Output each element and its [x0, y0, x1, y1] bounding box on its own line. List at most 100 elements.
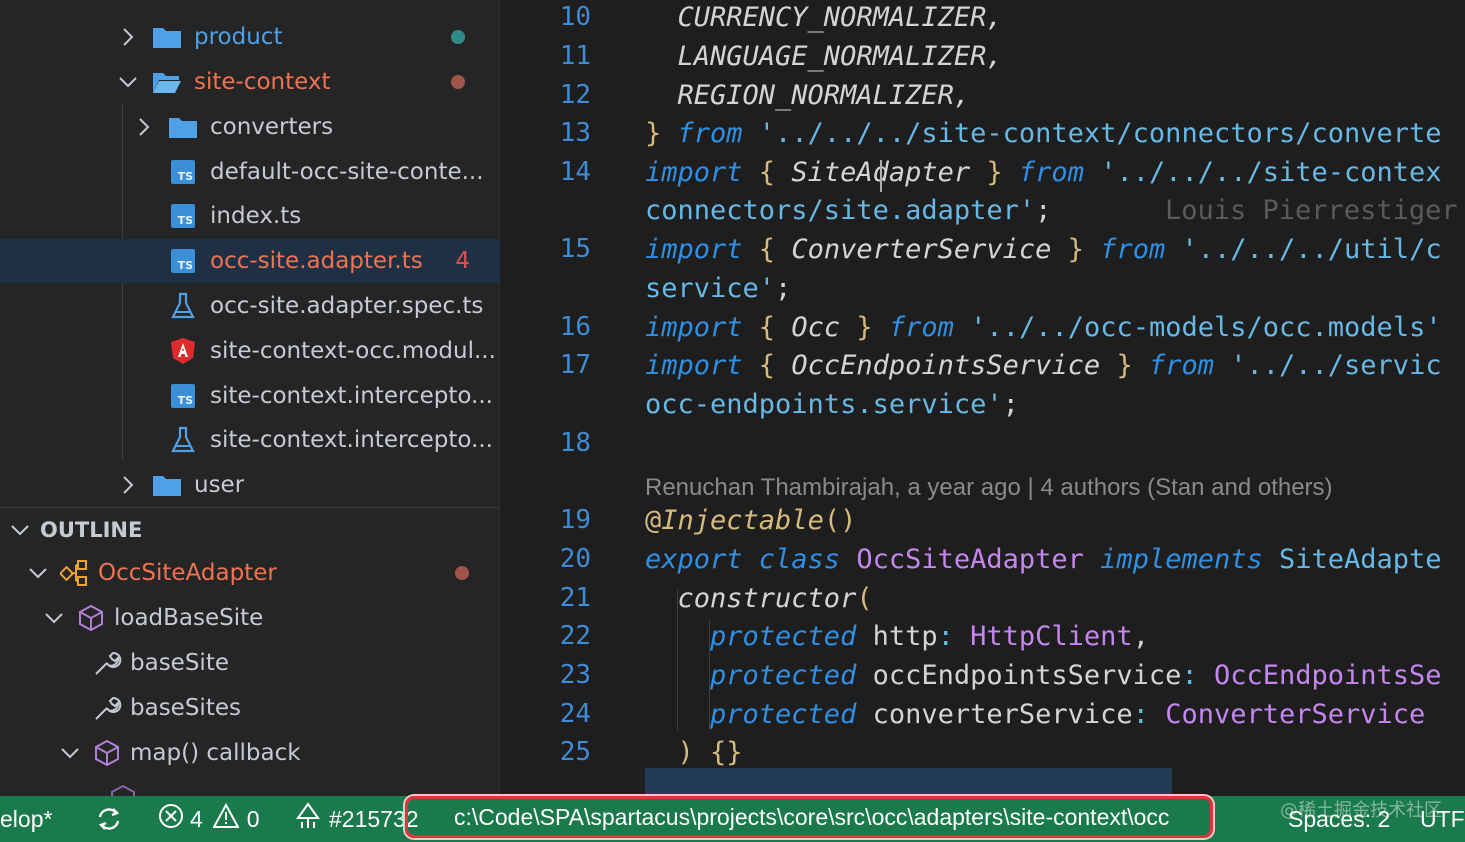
- text-cursor: [880, 160, 882, 192]
- chevron-down-icon[interactable]: [60, 743, 80, 763]
- folder-icon: [168, 112, 198, 142]
- typescript-file-icon: TS: [168, 201, 198, 231]
- chevron-right-icon[interactable]: [118, 27, 138, 47]
- code-token: from: [677, 118, 743, 149]
- code-token: import: [645, 234, 743, 265]
- tree-item-converters[interactable]: converters: [0, 105, 500, 149]
- typescript-file-icon: TS: [168, 157, 198, 187]
- code-token: (: [856, 583, 873, 614]
- tree-item-file[interactable]: site-context-occ.modul...: [0, 329, 500, 373]
- code-token: protected: [645, 660, 857, 691]
- code-line: connectors/site.adapter';: [645, 195, 1051, 226]
- code-token: ConverterService: [791, 234, 1052, 265]
- watermark: @稀土掘金技术社区: [1280, 800, 1442, 821]
- code-line: service';: [645, 273, 791, 304]
- code-token: {: [742, 312, 792, 343]
- code-token: {: [742, 234, 792, 265]
- chevron-down-icon[interactable]: [118, 72, 138, 92]
- tree-item-file[interactable]: site-context.intercepto...: [0, 418, 500, 462]
- code-line: protected occEndpointsService: OccEndpoi…: [645, 660, 1442, 691]
- chevron-down-icon[interactable]: [8, 520, 32, 540]
- sync-icon[interactable]: [94, 796, 124, 842]
- line-number: 17: [559, 350, 591, 380]
- outline-item-class[interactable]: OccSiteAdapter: [0, 551, 500, 595]
- code-token: from: [1100, 234, 1166, 265]
- tree-item-label: site-context.intercepto...: [210, 383, 493, 409]
- outline-item-label: OccSiteAdapter: [98, 560, 277, 586]
- tree-item-file[interactable]: occ-site.adapter.spec.ts: [0, 284, 500, 328]
- code-token: import: [645, 157, 743, 188]
- outline-section-header[interactable]: OUTLINE: [0, 507, 500, 551]
- method-cube-icon: [92, 738, 122, 768]
- tree-item-label: occ-site.adapter.ts: [210, 248, 423, 274]
- git-branch[interactable]: elop*: [0, 796, 52, 842]
- pull-request-indicator[interactable]: #215732: [295, 796, 419, 842]
- tree-item-file[interactable]: TS site-context.intercepto...: [0, 374, 500, 418]
- git-blame-annotation: Louis Pierrestiger: [1165, 195, 1458, 226]
- code-token: occEndpointsService: [856, 660, 1182, 691]
- codelens-authors[interactable]: Renuchan Thambirajah, a year ago | 4 aut…: [645, 474, 1333, 502]
- code-line: ) {}: [645, 737, 743, 768]
- flask-test-icon: [168, 425, 198, 455]
- code-line: REGION_NORMALIZER,: [645, 80, 971, 111]
- code-token: ;: [1002, 389, 1019, 420]
- code-token: import: [645, 312, 743, 343]
- code-token: :: [937, 621, 954, 652]
- outline-item-method[interactable]: loadBaseSite: [0, 596, 500, 640]
- outline-title: OUTLINE: [40, 517, 143, 542]
- code-token: OccSiteAdapter: [840, 544, 1084, 575]
- code-line: import { ConverterService } from '../../…: [645, 234, 1442, 265]
- error-count: 4: [190, 805, 203, 832]
- code-token: }: [970, 157, 1019, 188]
- git-status-dot: [455, 566, 469, 580]
- tree-item-file[interactable]: TS index.ts: [0, 194, 500, 238]
- class-symbol-icon: [60, 558, 90, 588]
- code-line: LANGUAGE_NORMALIZER,: [645, 41, 1003, 72]
- tree-item-site-context[interactable]: site-context: [0, 60, 500, 104]
- code-token: http: [856, 621, 938, 652]
- chevron-down-icon[interactable]: [28, 563, 48, 583]
- outline-item-label: loadBaseSite: [114, 605, 264, 631]
- line-number: 22: [559, 621, 591, 651]
- tree-item-file[interactable]: TS default-occ-site-conte...: [0, 150, 500, 194]
- line-number: 21: [559, 583, 591, 613]
- code-token: {: [742, 157, 792, 188]
- tree-item-user[interactable]: user: [0, 463, 500, 507]
- file-path-highlight[interactable]: c:\Code\SPA\spartacus\projects\core\src\…: [405, 796, 1213, 838]
- code-token: '../../../site-contex: [1083, 157, 1442, 188]
- code-token: protected: [645, 699, 857, 730]
- flask-test-icon: [168, 291, 198, 321]
- outline-item-label: baseSites: [130, 695, 241, 721]
- outline-item-method[interactable]: map() callback: [0, 731, 500, 775]
- chevron-right-icon[interactable]: [118, 475, 138, 495]
- code-token: (): [823, 505, 857, 536]
- problem-count-badge: 4: [455, 248, 470, 274]
- line-number: 13: [559, 118, 591, 148]
- code-line: protected http: HttpClient,: [645, 621, 1149, 652]
- tree-item-product[interactable]: product: [0, 15, 500, 59]
- tree-item-label: site-context: [194, 69, 331, 95]
- outline-item-property[interactable]: baseSite: [0, 641, 500, 685]
- chevron-down-icon[interactable]: [44, 608, 64, 628]
- code-token: HttpClient: [953, 621, 1133, 652]
- problems-indicator[interactable]: 4 0: [158, 796, 260, 842]
- outline-item-property[interactable]: baseSites: [0, 686, 500, 730]
- line-number: 10: [559, 2, 591, 32]
- code-token: {: [742, 350, 792, 381]
- code-token: connectors/site.adapter': [645, 195, 1036, 226]
- outline-item-partial[interactable]: [0, 776, 500, 796]
- line-number: 23: [559, 660, 591, 690]
- code-line: import { SiteAdapter } from '../../../si…: [645, 157, 1442, 188]
- tree-item-file-selected[interactable]: TS occ-site.adapter.ts 4: [0, 239, 500, 283]
- code-token: constructor: [645, 583, 857, 614]
- code-token: import: [645, 350, 743, 381]
- code-editor[interactable]: 10 11 12 13 14 15 16 17 18 19 20 21 22 2…: [501, 0, 1465, 796]
- code-line: CURRENCY_NORMALIZER,: [645, 2, 1003, 33]
- code-line: occ-endpoints.service';: [645, 389, 1019, 420]
- chevron-right-icon[interactable]: [134, 117, 154, 137]
- tree-item-label: user: [194, 472, 245, 498]
- code-token: OccEndpointsService: [791, 350, 1101, 381]
- folder-icon: [152, 22, 182, 52]
- code-text: CURRENCY_NORMALIZER,: [645, 2, 1003, 33]
- explorer-sidebar: product site-context converters TS defau…: [0, 0, 500, 796]
